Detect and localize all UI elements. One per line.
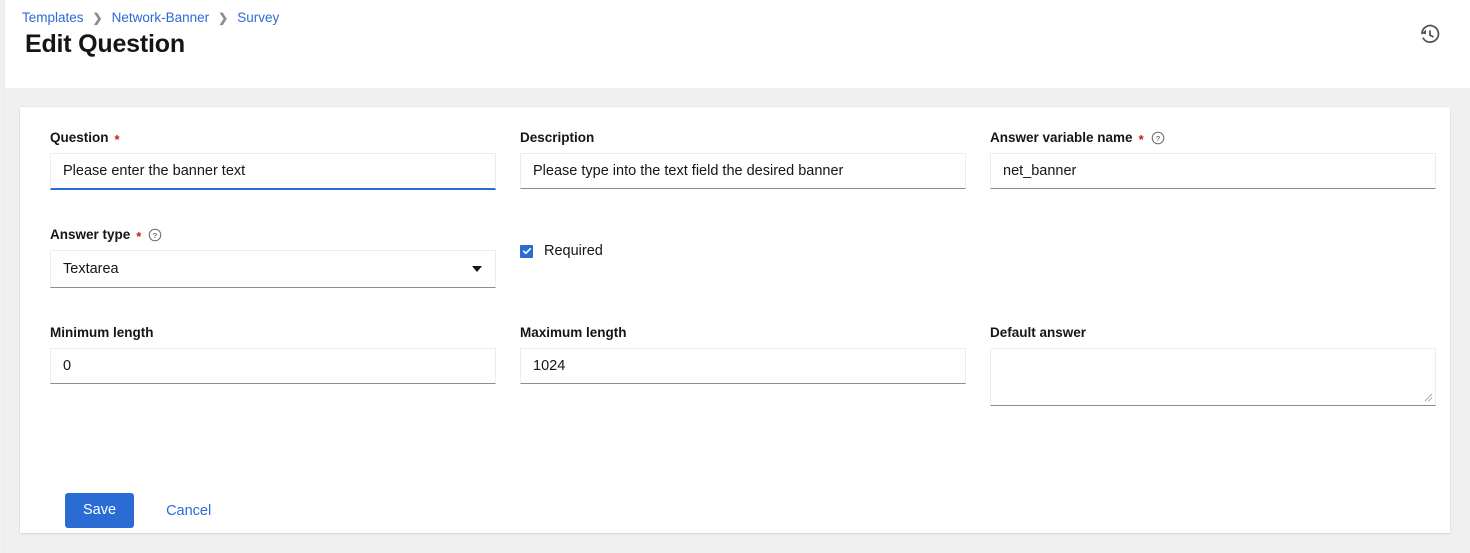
field-required: Required bbox=[520, 227, 966, 288]
history-icon-glyph bbox=[1419, 24, 1441, 46]
field-question: Question * bbox=[50, 130, 496, 190]
required-asterisk: * bbox=[115, 133, 120, 146]
edit-question-card: Question * Description Answer variable n… bbox=[20, 107, 1450, 533]
breadcrumb: Templates ❯ Network-Banner ❯ Survey bbox=[22, 10, 279, 25]
checkbox-box[interactable] bbox=[520, 245, 533, 258]
label-minimum-length: Minimum length bbox=[50, 325, 496, 341]
label-maximum-length-text: Maximum length bbox=[520, 325, 627, 341]
history-icon[interactable] bbox=[1417, 22, 1443, 48]
label-minimum-length-text: Minimum length bbox=[50, 325, 154, 341]
answer-type-select[interactable]: Textarea bbox=[50, 250, 496, 288]
svg-text:?: ? bbox=[1155, 134, 1160, 143]
answer-type-select-value[interactable]: Textarea bbox=[50, 250, 496, 288]
label-question-text: Question bbox=[50, 130, 109, 146]
field-description: Description bbox=[520, 130, 966, 190]
breadcrumb-separator-icon: ❯ bbox=[218, 12, 228, 24]
field-answer-type: Answer type * ? Textarea bbox=[50, 227, 496, 288]
page-header: Templates ❯ Network-Banner ❯ Survey Edit… bbox=[5, 0, 1470, 88]
question-input[interactable] bbox=[50, 153, 496, 190]
label-maximum-length: Maximum length bbox=[520, 325, 966, 341]
grid-gap bbox=[496, 190, 520, 288]
label-answer-variable-name-text: Answer variable name bbox=[990, 130, 1133, 146]
label-answer-type: Answer type * ? bbox=[50, 227, 496, 243]
edit-question-form: Question * Description Answer variable n… bbox=[50, 130, 1436, 406]
label-default-answer-text: Default answer bbox=[990, 325, 1086, 341]
required-asterisk: * bbox=[136, 230, 141, 243]
required-checkbox-label: Required bbox=[544, 243, 603, 259]
breadcrumb-item-templates[interactable]: Templates bbox=[22, 10, 84, 25]
field-maximum-length: Maximum length bbox=[520, 325, 966, 406]
save-button[interactable]: Save bbox=[65, 493, 134, 528]
question-circle-icon-glyph: ? bbox=[1151, 131, 1165, 145]
breadcrumb-item-survey[interactable]: Survey bbox=[237, 10, 279, 25]
question-circle-icon-glyph: ? bbox=[148, 228, 162, 242]
maximum-length-input[interactable] bbox=[520, 348, 966, 384]
page-title: Edit Question bbox=[25, 30, 185, 59]
label-question: Question * bbox=[50, 130, 496, 146]
question-circle-icon[interactable]: ? bbox=[148, 228, 162, 242]
field-answer-variable-name: Answer variable name * ? bbox=[990, 130, 1436, 190]
label-description: Description bbox=[520, 130, 966, 146]
minimum-length-input[interactable] bbox=[50, 348, 496, 384]
cancel-button[interactable]: Cancel bbox=[166, 503, 211, 519]
breadcrumb-separator-icon: ❯ bbox=[93, 12, 103, 24]
page-body: Question * Description Answer variable n… bbox=[5, 88, 1470, 553]
grid-gap bbox=[966, 288, 990, 406]
default-answer-wrapper bbox=[990, 348, 1436, 406]
label-answer-type-text: Answer type bbox=[50, 227, 130, 243]
svg-text:?: ? bbox=[153, 231, 158, 240]
question-circle-icon[interactable]: ? bbox=[1151, 131, 1165, 145]
label-description-text: Description bbox=[520, 130, 594, 146]
required-asterisk: * bbox=[1139, 133, 1144, 146]
breadcrumb-item-network-banner[interactable]: Network-Banner bbox=[112, 10, 210, 25]
label-answer-variable-name: Answer variable name * ? bbox=[990, 130, 1436, 146]
grid-gap bbox=[966, 190, 990, 288]
field-minimum-length: Minimum length bbox=[50, 325, 496, 406]
check-icon bbox=[522, 246, 532, 256]
description-input[interactable] bbox=[520, 153, 966, 189]
required-checkbox[interactable]: Required bbox=[520, 243, 966, 259]
answer-variable-name-input[interactable] bbox=[990, 153, 1436, 189]
default-answer-textarea[interactable] bbox=[990, 348, 1436, 406]
label-default-answer: Default answer bbox=[990, 325, 1436, 341]
grid-gap bbox=[496, 288, 520, 406]
field-default-answer: Default answer bbox=[990, 325, 1436, 406]
form-actions: Save Cancel bbox=[65, 493, 211, 528]
grid-gap bbox=[496, 130, 520, 190]
grid-gap bbox=[966, 130, 990, 190]
field-row2-empty bbox=[990, 227, 1436, 288]
